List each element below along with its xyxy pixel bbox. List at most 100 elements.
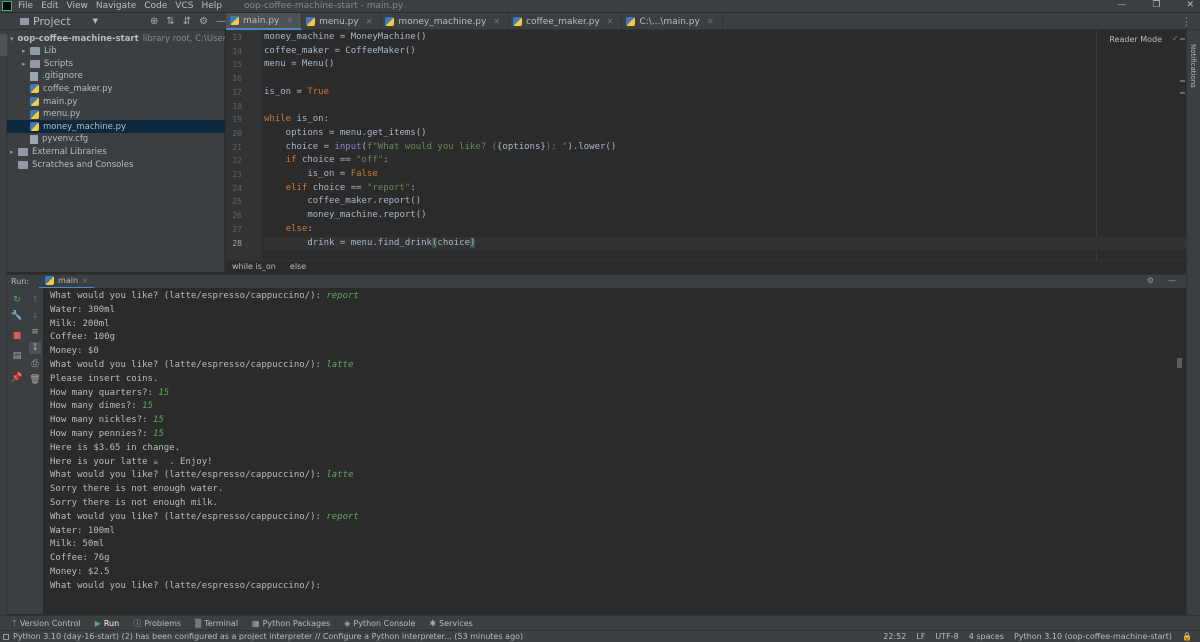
- tab-python-packages[interactable]: ▦ Python Packages: [252, 619, 330, 628]
- code-line[interactable]: drink = menu.find_drink(choice): [264, 236, 1186, 251]
- close-tab-icon[interactable]: ✕: [286, 16, 293, 25]
- run-tab-main[interactable]: main ✕: [39, 275, 94, 289]
- indent-setting[interactable]: 4 spaces: [969, 632, 1004, 641]
- hide-panel-icon[interactable]: —: [216, 16, 226, 27]
- tab-other-main-py[interactable]: C:\...\main.py ✕: [622, 13, 723, 30]
- tab-services[interactable]: ✱ Services: [429, 619, 472, 628]
- menu-vcs[interactable]: VCS: [175, 1, 193, 11]
- code-line[interactable]: coffee_maker.report(): [264, 195, 421, 209]
- menu-navigate[interactable]: Navigate: [96, 1, 136, 11]
- status-square-icon[interactable]: [3, 633, 9, 640]
- code-line[interactable]: else:: [264, 223, 313, 237]
- code-line[interactable]: if choice == "off":: [264, 154, 389, 168]
- code-line[interactable]: options = menu.get_items(): [264, 127, 427, 141]
- code-line[interactable]: is_on = False: [264, 168, 377, 182]
- menu-code[interactable]: Code: [144, 1, 167, 11]
- project-tool-window-button[interactable]: [0, 34, 7, 56]
- python-interpreter[interactable]: Python 3.10 (oop-coffee-machine-start): [1014, 632, 1172, 641]
- print-icon[interactable]: ⎙: [29, 358, 41, 370]
- close-tab-icon[interactable]: ✕: [707, 17, 714, 26]
- close-tab-icon[interactable]: ✕: [82, 277, 88, 285]
- file-encoding[interactable]: UTF-8: [935, 632, 958, 641]
- restore-icon[interactable]: ❐: [1152, 0, 1160, 10]
- tab-problems[interactable]: ⓘ Problems: [133, 618, 181, 629]
- pin-icon[interactable]: 📌: [11, 372, 23, 384]
- project-tree-item[interactable]: Scratches and Consoles: [7, 158, 225, 171]
- code-line[interactable]: is_on = True: [264, 86, 329, 100]
- project-tree-item[interactable]: ▸ External Libraries: [7, 145, 225, 158]
- project-tree-item[interactable]: ▸ Scripts: [7, 57, 225, 70]
- breadcrumb-item[interactable]: while is_on: [232, 262, 276, 271]
- soft-wrap-icon[interactable]: ≡: [29, 326, 41, 338]
- locate-icon[interactable]: ⊕: [150, 16, 158, 27]
- line-number: 26: [232, 211, 242, 221]
- tab-version-control[interactable]: ᛉ Version Control: [12, 619, 81, 628]
- rerun-icon[interactable]: ↻: [11, 294, 23, 306]
- tab-label: Python Packages: [262, 618, 331, 628]
- layout-icon[interactable]: ▤: [11, 350, 23, 362]
- menu-help[interactable]: Help: [201, 1, 222, 11]
- scroll-to-end-icon[interactable]: ↧: [29, 342, 41, 354]
- close-window-icon[interactable]: ✕: [1186, 0, 1194, 10]
- reader-mode-toggle[interactable]: Reader Mode: [1109, 35, 1162, 44]
- run-console-output[interactable]: What would you like? (latte/espresso/cap…: [43, 288, 1186, 614]
- stop-icon[interactable]: ■: [11, 330, 23, 342]
- status-message[interactable]: Python 3.10 (day-16-start) (2) has been …: [13, 632, 523, 641]
- wrench-icon[interactable]: 🔧: [11, 310, 23, 322]
- tab-menu-icon[interactable]: ⋮: [1181, 15, 1192, 28]
- project-tree-item[interactable]: ▸ Lib: [7, 45, 225, 58]
- tab-run[interactable]: ▶ Run: [95, 619, 120, 628]
- code-editor[interactable]: 13 14 15 16 17 18 19 20 21 22 23 24 25 26 27 28 money_m…: [226, 30, 1186, 260]
- project-tree-item[interactable]: .gitignore: [7, 70, 225, 83]
- settings-gear-icon[interactable]: ⚙: [1147, 276, 1154, 285]
- scroll-down-icon[interactable]: ↓: [29, 310, 41, 322]
- project-tree-item[interactable]: pyvenv.cfg: [7, 133, 225, 146]
- code-line[interactable]: money_machine.report(): [264, 209, 426, 223]
- collapse-all-icon[interactable]: ⇅: [166, 16, 174, 27]
- chevron-right-icon[interactable]: ▸: [10, 148, 18, 156]
- tab-coffee-maker-py[interactable]: coffee_maker.py ✕: [509, 13, 623, 30]
- code-line[interactable]: choice = input(f"What would you like? ({…: [264, 141, 617, 155]
- close-tab-icon[interactable]: ✕: [366, 17, 373, 26]
- breadcrumb-item[interactable]: else: [290, 262, 306, 271]
- close-tab-icon[interactable]: ✕: [607, 17, 614, 26]
- code-line[interactable]: money_machine = MoneyMachine(): [264, 31, 427, 45]
- project-tree-item[interactable]: menu.py: [7, 108, 225, 121]
- settings-gear-icon[interactable]: ⚙: [199, 16, 208, 27]
- notifications-tool-button[interactable]: Notifications: [1189, 44, 1197, 88]
- code-line[interactable]: while is_on:: [264, 113, 329, 127]
- console-line: How many quarters?: 15: [50, 387, 170, 398]
- minimize-icon[interactable]: —: [1117, 0, 1126, 10]
- tab-menu-py[interactable]: menu.py ✕: [302, 13, 382, 30]
- hide-panel-icon[interactable]: —: [1168, 276, 1176, 285]
- chevron-down-icon[interactable]: ▾: [10, 35, 14, 43]
- code-line[interactable]: menu = Menu(): [264, 58, 334, 72]
- code-line[interactable]: coffee_maker = CoffeeMaker(): [264, 45, 416, 59]
- menu-edit[interactable]: Edit: [41, 1, 58, 11]
- text-file-icon: [30, 71, 38, 81]
- console-scrollbar-thumb[interactable]: [1177, 358, 1182, 368]
- project-tree-item[interactable]: main.py: [7, 95, 225, 108]
- chevron-right-icon[interactable]: ▸: [22, 60, 30, 68]
- chevron-right-icon[interactable]: ▸: [22, 47, 30, 55]
- expand-all-icon[interactable]: ⇵: [183, 16, 191, 27]
- tab-money-machine-py[interactable]: money_machine.py ✕: [381, 13, 510, 30]
- project-view-selector[interactable]: Project ▼: [20, 15, 130, 28]
- project-tree-item[interactable]: coffee_maker.py: [7, 82, 225, 95]
- trash-icon[interactable]: 🗑: [29, 374, 41, 386]
- lock-icon[interactable]: 🔒: [1182, 632, 1192, 641]
- console-line: How many pennies?: 15: [50, 429, 164, 439]
- line-separator[interactable]: LF: [916, 632, 925, 641]
- close-tab-icon[interactable]: ✕: [493, 17, 500, 26]
- project-tree-item[interactable]: ▾ oop-coffee-machine-start library root, C…: [7, 32, 225, 45]
- scroll-up-icon[interactable]: ↑: [29, 294, 41, 306]
- code-line[interactable]: elif choice == "report":: [264, 182, 416, 196]
- menu-view[interactable]: View: [67, 1, 88, 11]
- editor-scrollbar[interactable]: [1178, 30, 1186, 260]
- project-tree-item[interactable]: money_machine.py: [7, 120, 225, 134]
- menu-file[interactable]: File: [18, 1, 33, 11]
- tab-terminal[interactable]: ▒ Terminal: [195, 619, 238, 628]
- caret-position[interactable]: 22:52: [883, 632, 906, 641]
- tab-python-console[interactable]: ◈ Python Console: [344, 619, 415, 628]
- tab-main-py[interactable]: main.py ✕: [226, 13, 303, 30]
